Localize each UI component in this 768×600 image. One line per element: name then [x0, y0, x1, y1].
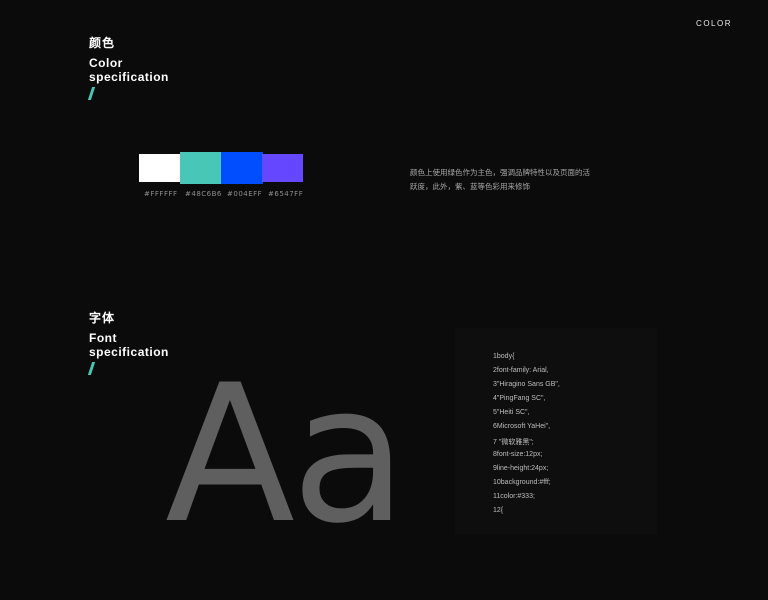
swatch-green: [180, 152, 222, 184]
code-line: 12{: [493, 507, 504, 514]
swatch-purple: [262, 154, 303, 182]
font-title-en-line1: Font: [89, 331, 117, 345]
code-panel: [455, 328, 657, 534]
swatch-label-purple: #6547FF: [268, 190, 304, 198]
swatch-label-white: #FFFFFF: [144, 190, 178, 198]
color-description-line2: 跃度，此外，紫、蓝等色彩用来修饰: [410, 182, 530, 191]
color-description: 颜色上使用绿色作为主色，强调品牌特性以及页面的活 跃度，此外，紫、蓝等色彩用来修…: [410, 166, 610, 194]
code-line: 3"Hiragino Sans GB",: [493, 381, 560, 388]
code-line: 6Microsoft YaHei",: [493, 423, 551, 430]
color-title-en: Color specification: [89, 56, 169, 84]
corner-label: COLOR: [696, 19, 732, 28]
swatch-label-green: #48C6B6: [185, 190, 222, 198]
code-line: 2font-family: Arial,: [493, 367, 549, 374]
font-title-en: Font specification: [89, 331, 169, 359]
font-title-en-line2: specification: [89, 345, 169, 359]
swatch-blue: [221, 152, 263, 184]
font-sample: Aa: [165, 344, 407, 565]
code-line: 8font-size:12px;: [493, 451, 543, 458]
code-line: 1body{: [493, 353, 515, 360]
color-title-en-line2: specification: [89, 70, 169, 84]
color-swatches: [139, 152, 305, 184]
swatch-label-blue: #004EFF: [227, 190, 263, 198]
code-line: 5"Heiti SC",: [493, 409, 530, 416]
color-description-line1: 颜色上使用绿色作为主色，强调品牌特性以及页面的活: [410, 168, 590, 177]
accent-slash: [87, 362, 96, 375]
font-title-cn: 字体: [89, 311, 116, 325]
code-line: 4"PingFang SC",: [493, 395, 546, 402]
code-line: 11color:#333;: [493, 493, 535, 500]
code-line: 10background:#fff;: [493, 479, 551, 486]
accent-slash: [87, 87, 96, 100]
swatch-white: [139, 154, 181, 182]
color-title-cn: 颜色: [89, 36, 116, 50]
color-title-en-line1: Color: [89, 56, 123, 70]
code-line: 7 "微软雅黑";: [493, 439, 534, 446]
code-line: 9line-height:24px;: [493, 465, 549, 472]
